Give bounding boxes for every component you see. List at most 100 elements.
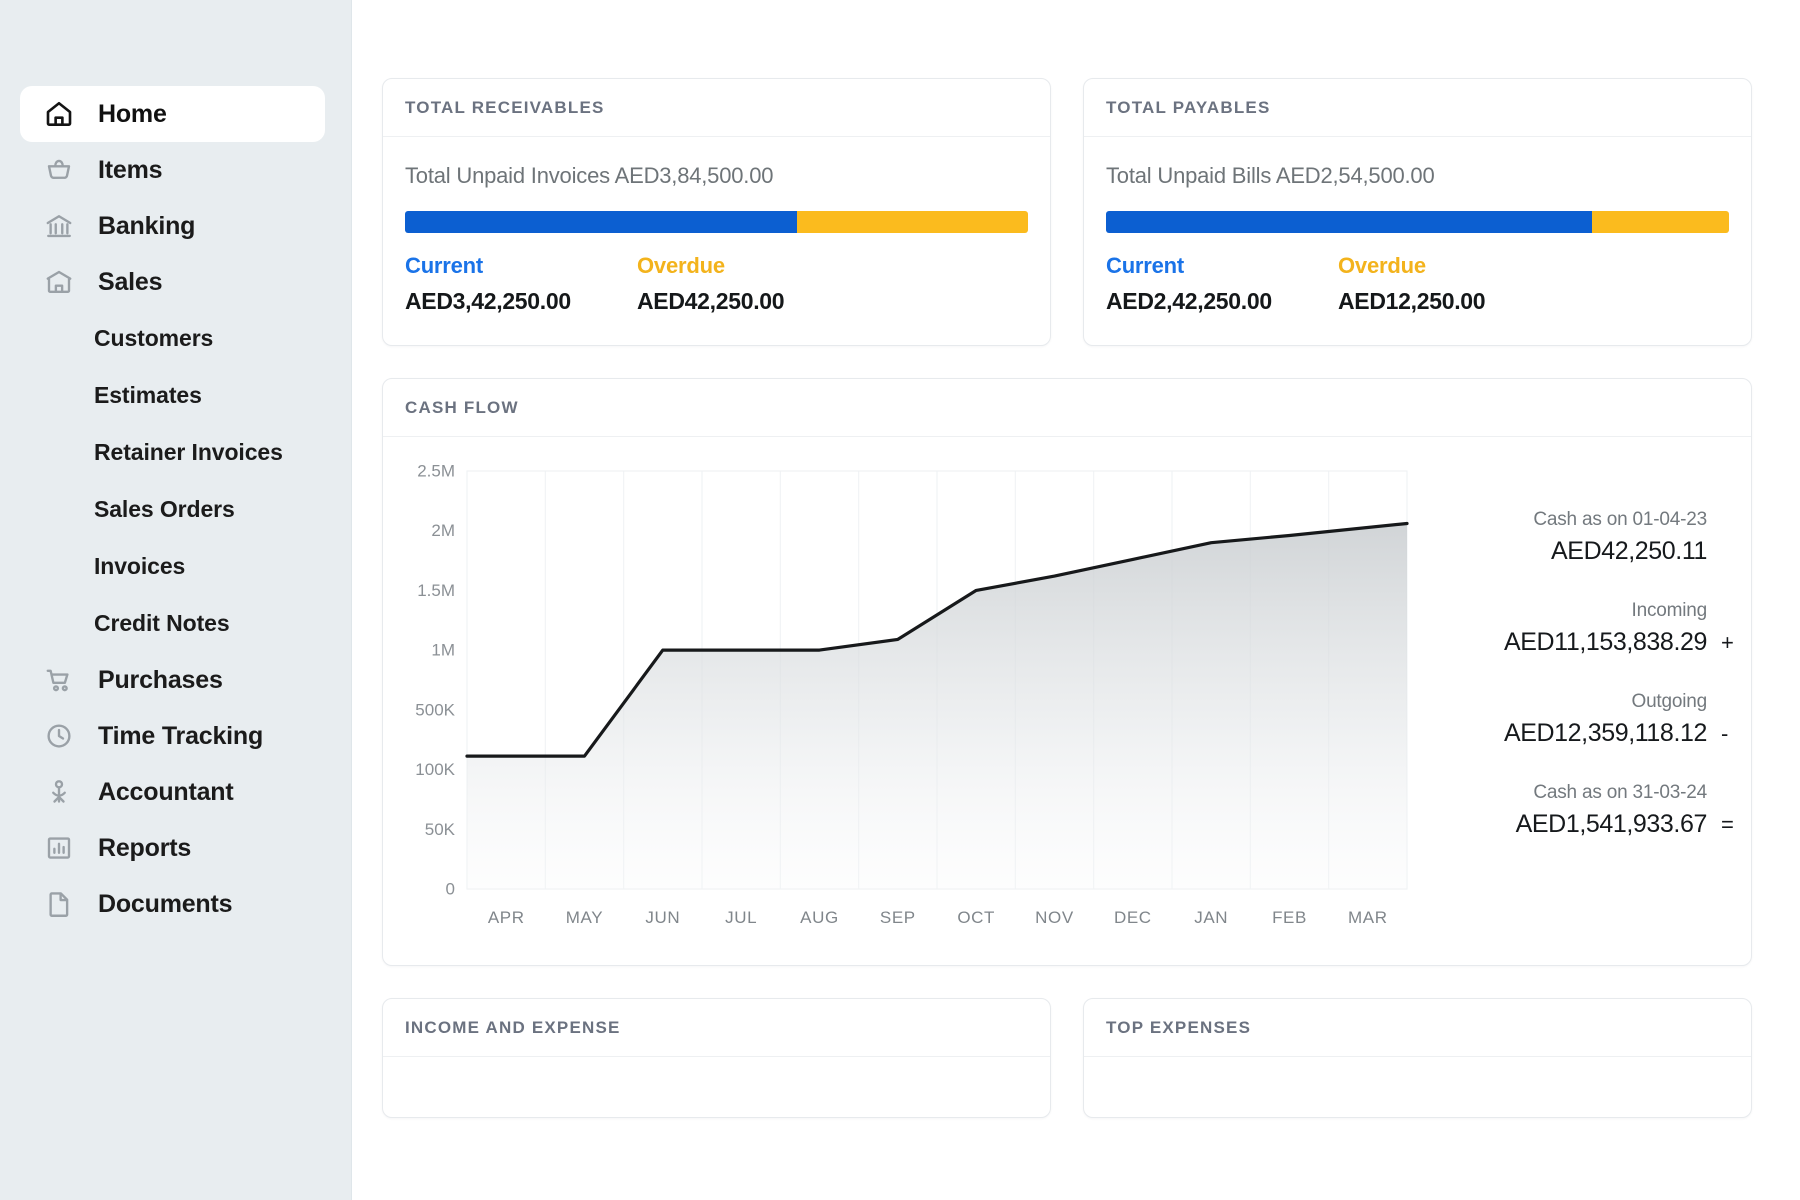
cart-icon <box>42 663 76 697</box>
svg-text:OCT: OCT <box>957 908 995 927</box>
clock-icon <box>42 719 76 753</box>
sidebar-item-purchases[interactable]: Purchases <box>20 652 325 708</box>
payables-legend: Current AED2,42,250.00 Overdue AED12,250… <box>1106 253 1729 315</box>
receivables-title: TOTAL RECEIVABLES <box>405 97 605 117</box>
bank-icon <box>42 209 76 243</box>
cash-flow-body: 2.5M 2M 1.5M 1M 500K 100K 50K 0 APR MAY JUN JUL AUG S… <box>383 437 1751 965</box>
receivables-overdue-label[interactable]: Overdue <box>637 253 784 279</box>
top-expenses-title: TOP EXPENSES <box>1106 1017 1252 1037</box>
svg-text:MAY: MAY <box>566 908 603 927</box>
payables-overdue-value: AED12,250.00 <box>1338 288 1486 314</box>
payables-overdue-label[interactable]: Overdue <box>1338 253 1485 279</box>
income-expense-header: INCOME AND EXPENSE <box>383 999 1050 1057</box>
sidebar-subitem-label: Estimates <box>94 382 202 408</box>
payables-current-segment <box>1106 211 1592 233</box>
sidebar-item-home[interactable]: Home <box>20 86 325 142</box>
cash-flow-chart[interactable]: 2.5M 2M 1.5M 1M 500K 100K 50K 0 APR MAY JUN JUL AUG S… <box>405 457 1479 947</box>
top-expenses-card: TOP EXPENSES <box>1083 998 1752 1118</box>
cash-flow-title: CASH FLOW <box>405 397 519 417</box>
cash-closing-value: AED1,541,933.67 <box>1515 810 1708 838</box>
receivables-current-label[interactable]: Current <box>405 253 637 279</box>
svg-text:JUL: JUL <box>725 908 757 927</box>
sidebar-item-sales[interactable]: Sales <box>20 254 325 310</box>
sidebar-item-items[interactable]: Items <box>20 142 325 198</box>
cash-incoming-label: Incoming <box>1631 600 1708 621</box>
chart-icon <box>42 831 76 865</box>
payables-current-label[interactable]: Current <box>1106 253 1338 279</box>
store-icon <box>42 265 76 299</box>
sidebar-subitem-credit-notes[interactable]: Credit Notes <box>0 595 351 652</box>
payables-progress-bar <box>1106 211 1729 233</box>
svg-text:FEB: FEB <box>1272 908 1307 927</box>
svg-text:MAR: MAR <box>1348 908 1388 927</box>
sidebar-subitem-label: Invoices <box>94 553 186 579</box>
cash-incoming-sign: + <box>1721 630 1734 655</box>
svg-text:2M: 2M <box>431 521 455 540</box>
sidebar-item-reports[interactable]: Reports <box>20 820 325 876</box>
sidebar-item-label: Documents <box>98 889 233 918</box>
sidebar-subitem-label: Customers <box>94 325 214 351</box>
cash-opening-label: Cash as on 01-04-23 <box>1533 509 1707 530</box>
svg-text:1M: 1M <box>431 641 455 660</box>
sidebar-subitem-label: Sales Orders <box>94 496 235 522</box>
receivables-overdue-segment <box>797 211 1028 233</box>
cash-outgoing-value: AED12,359,118.12 <box>1503 719 1707 747</box>
sidebar-item-accountant[interactable]: Accountant <box>20 764 325 820</box>
payables-overdue-block: Overdue AED12,250.00 <box>1338 253 1486 315</box>
sidebar-subitem-sales-orders[interactable]: Sales Orders <box>0 481 351 538</box>
payables-title: TOTAL PAYABLES <box>1106 97 1271 117</box>
cash-closing-amount: AED1,541,933.67 = <box>1497 810 1734 839</box>
sidebar-subitem-customers[interactable]: Customers <box>0 310 351 367</box>
receivables-current-block: Current AED3,42,250.00 <box>405 253 637 315</box>
receivables-card-body: Total Unpaid Invoices AED3,84,500.00 Cur… <box>383 137 1050 345</box>
svg-text:0: 0 <box>446 880 455 899</box>
main-content: TOTAL RECEIVABLES Total Unpaid Invoices … <box>352 0 1800 1200</box>
payables-overdue-segment <box>1591 211 1729 233</box>
cash-flow-card: CASH FLOW 2.5M 2M 1.5M 1M 500K 100K 50K 0 APR MAY… <box>382 378 1752 966</box>
svg-text:JAN: JAN <box>1194 908 1228 927</box>
cash-flow-header: CASH FLOW <box>383 379 1751 437</box>
payables-current-value: AED2,42,250.00 <box>1106 288 1272 314</box>
svg-text:NOV: NOV <box>1035 908 1074 927</box>
summary-cards-row: TOTAL RECEIVABLES Total Unpaid Invoices … <box>382 78 1752 346</box>
payables-card-header: TOTAL PAYABLES <box>1084 79 1751 137</box>
bottom-cards-row: INCOME AND EXPENSE TOP EXPENSES <box>382 998 1752 1118</box>
sidebar-item-label: Items <box>98 155 163 184</box>
cash-outgoing-sign: - <box>1721 721 1728 746</box>
document-icon <box>42 887 76 921</box>
svg-text:SEP: SEP <box>880 908 916 927</box>
receivables-legend: Current AED3,42,250.00 Overdue AED42,250… <box>405 253 1028 315</box>
receivables-current-segment <box>405 211 798 233</box>
sidebar-item-documents[interactable]: Documents <box>20 876 325 932</box>
sidebar-item-label: Purchases <box>98 665 223 694</box>
svg-text:AUG: AUG <box>800 908 839 927</box>
svg-text:50K: 50K <box>425 820 456 839</box>
top-expenses-header: TOP EXPENSES <box>1084 999 1751 1057</box>
sidebar-subitem-retainer-invoices[interactable]: Retainer Invoices <box>0 424 351 481</box>
sidebar-item-label: Home <box>98 99 167 128</box>
receivables-card-header: TOTAL RECEIVABLES <box>383 79 1050 137</box>
sidebar-item-label: Time Tracking <box>98 721 264 750</box>
sidebar-subitem-label: Credit Notes <box>94 610 230 636</box>
cash-opening-block: Cash as on 01-04-23 AED42,250.11 <box>1497 509 1729 566</box>
sidebar-item-label: Accountant <box>98 777 234 806</box>
home-icon <box>42 97 76 131</box>
cash-closing-sign: = <box>1721 812 1734 837</box>
cash-incoming-amount: AED11,153,838.29 + <box>1497 628 1734 657</box>
sidebar: Home Items Banking Sales Customers Estim… <box>0 0 352 1200</box>
cash-opening-amount: AED42,250.11 <box>1497 537 1729 566</box>
basket-icon <box>42 153 76 187</box>
person-icon <box>42 775 76 809</box>
cash-closing-label: Cash as on 31-03-24 <box>1533 782 1707 803</box>
sidebar-item-banking[interactable]: Banking <box>20 198 325 254</box>
sidebar-item-time-tracking[interactable]: Time Tracking <box>20 708 325 764</box>
svg-text:APR: APR <box>488 908 525 927</box>
payables-card-body: Total Unpaid Bills AED2,54,500.00 Curren… <box>1084 137 1751 345</box>
cash-flow-summary: Cash as on 01-04-23 AED42,250.11 Incomin… <box>1479 457 1734 947</box>
cash-incoming-value: AED11,153,838.29 <box>1503 628 1707 656</box>
income-and-expense-card: INCOME AND EXPENSE <box>382 998 1051 1118</box>
svg-text:100K: 100K <box>415 760 455 779</box>
sidebar-subitem-estimates[interactable]: Estimates <box>0 367 351 424</box>
sidebar-subitem-invoices[interactable]: Invoices <box>0 538 351 595</box>
svg-text:2.5M: 2.5M <box>417 462 455 481</box>
